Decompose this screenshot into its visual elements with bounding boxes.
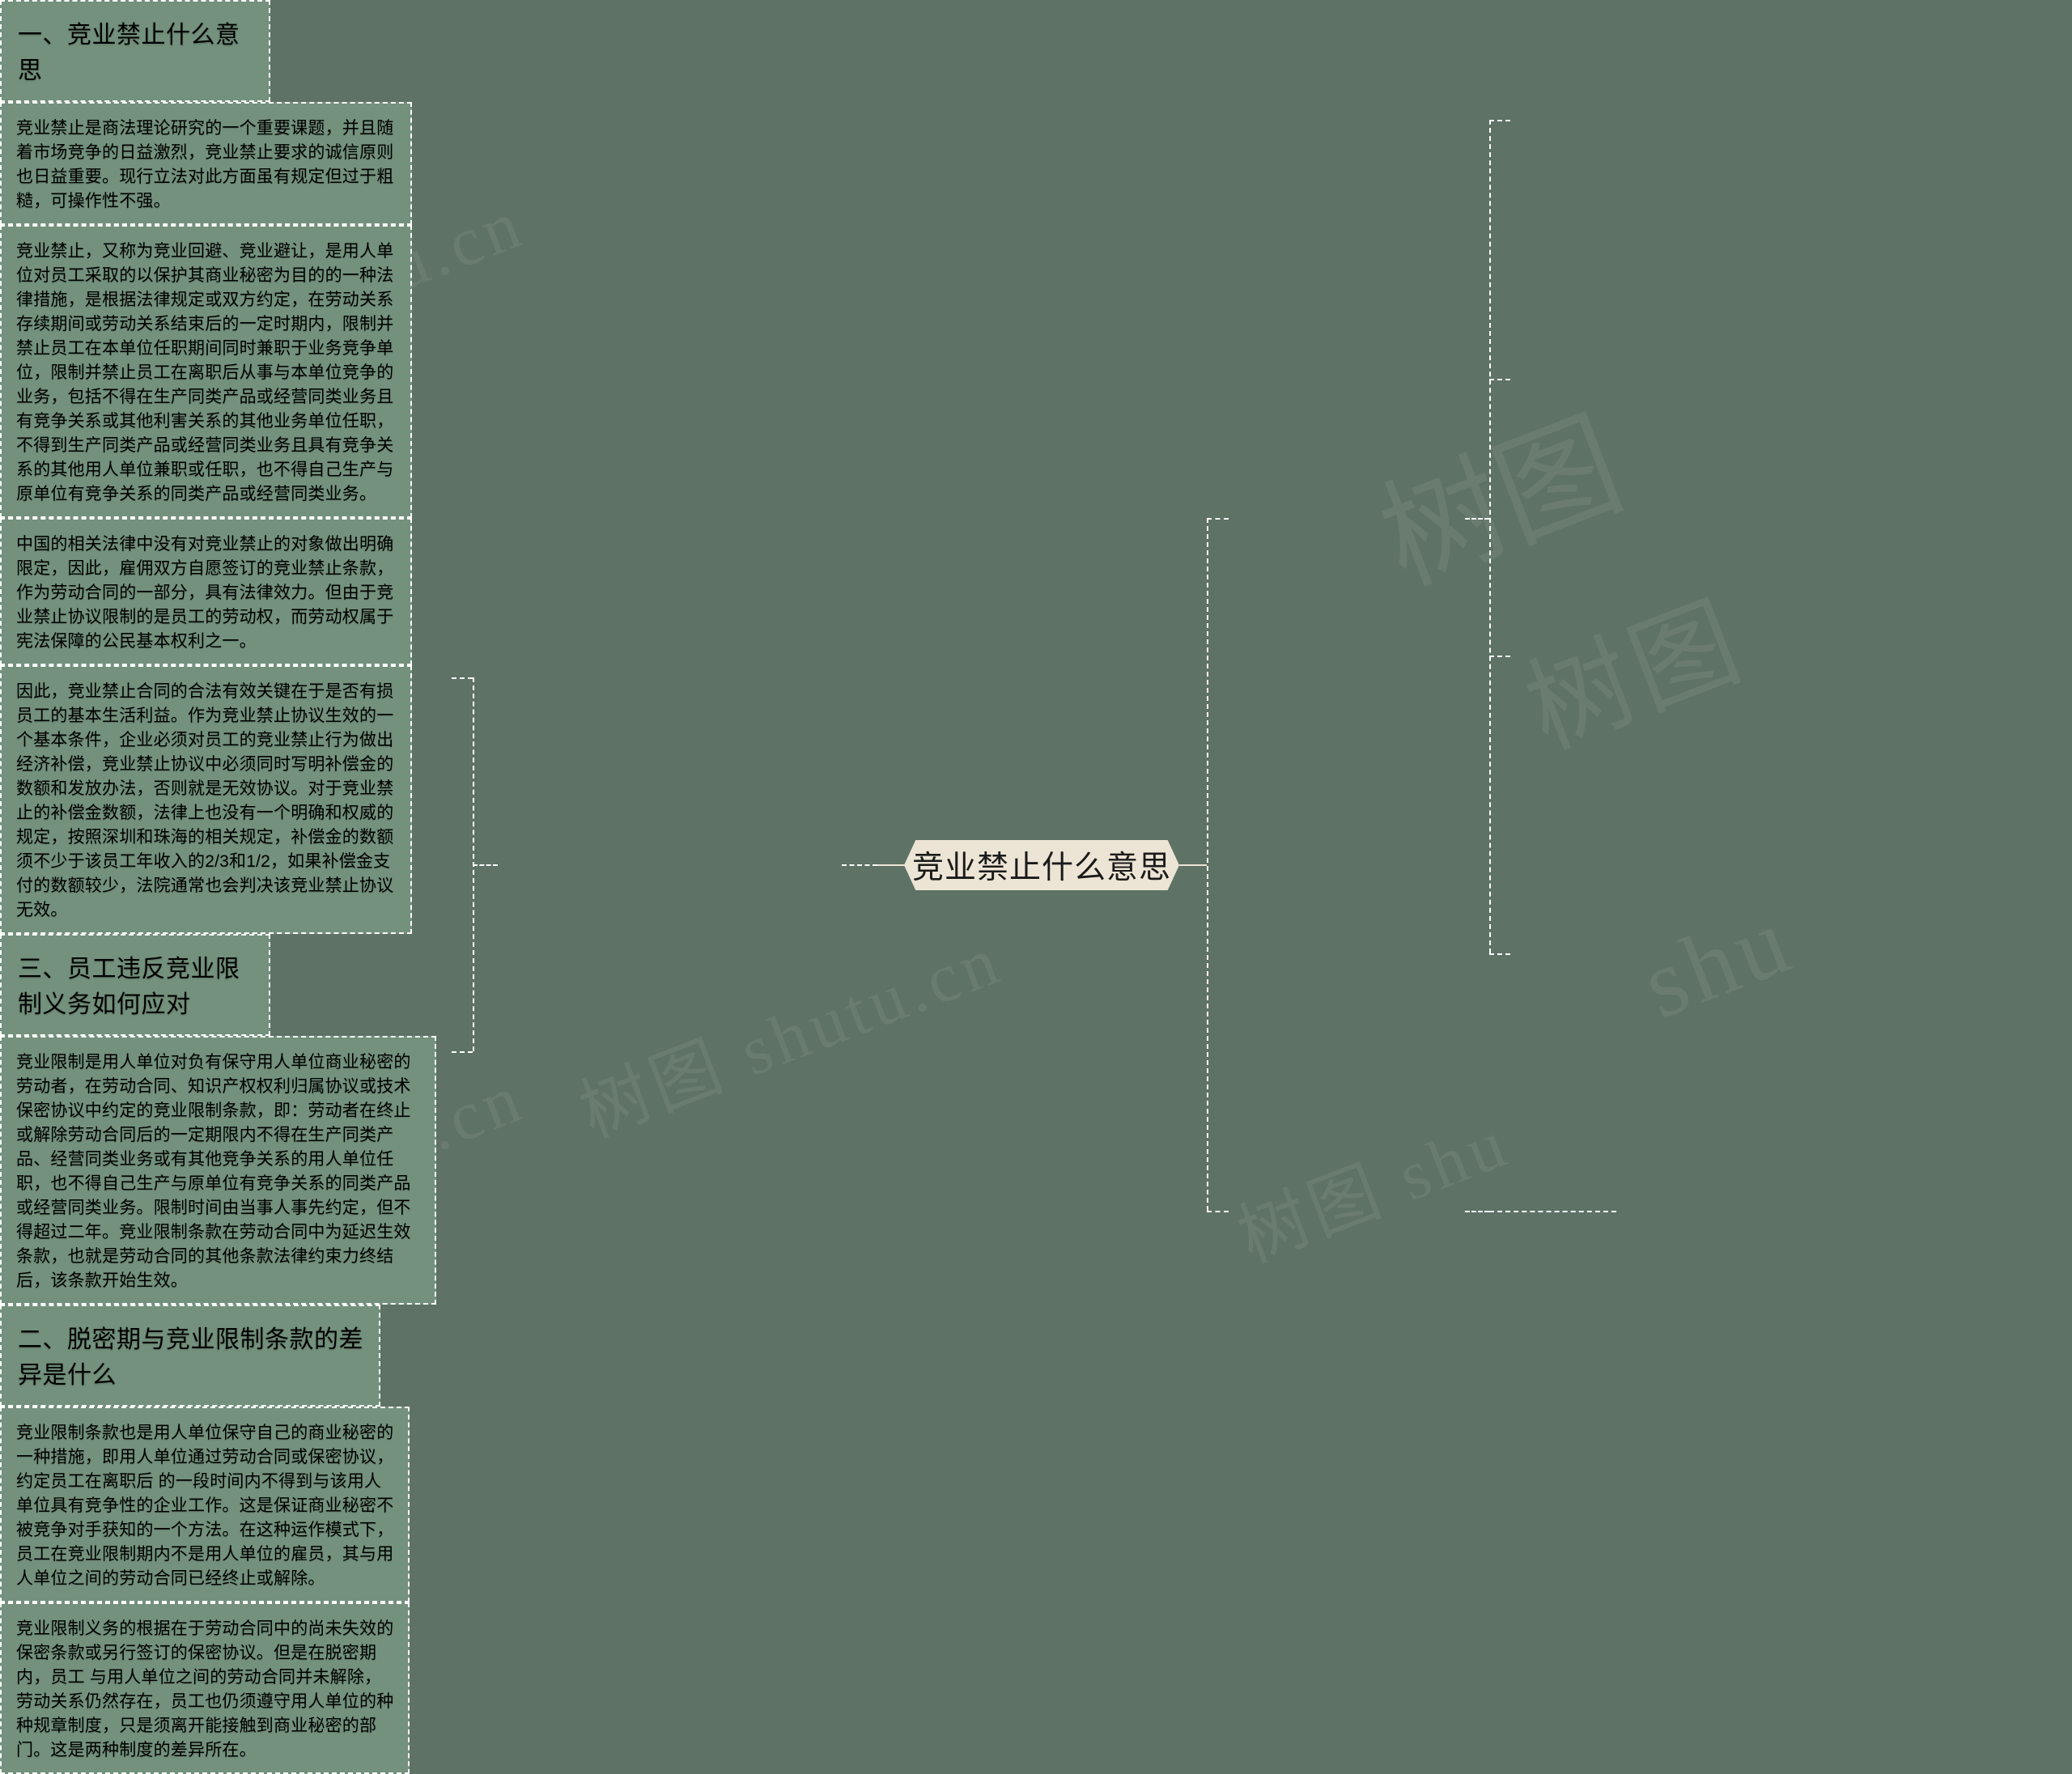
- root-node[interactable]: 竞业禁止什么意思: [904, 840, 1179, 890]
- connector-right-trunk: [1207, 518, 1208, 1211]
- connector-branch-1-out: [1465, 518, 1489, 520]
- connector-branch-1-spine: [1489, 120, 1491, 953]
- mindmap-canvas: 竞业禁止什么意思 一、竞业禁止什么意思 竞业禁止是商法理论研究的一个重要课题，并…: [0, 0, 2072, 1774]
- branch-node-3[interactable]: 三、员工违反竞业限制义务如何应对: [0, 934, 270, 1036]
- leaf-node-1-1-text: 竞业禁止是商法理论研究的一个重要课题，并且随着市场竞争的日益激烈，竞业禁止要求的…: [16, 119, 394, 210]
- connector-leaf-1-1-stub: [1489, 120, 1510, 121]
- connector-leaf-2-2-stub: [452, 1051, 473, 1053]
- connector-leaf-3-1-run: [1489, 1211, 1616, 1212]
- branch-node-3-label: 三、员工违反竞业限制义务如何应对: [18, 956, 240, 1018]
- leaf-node-3-1[interactable]: 竞业限制是用人单位对负有保守用人单位商业秘密的劳动者，在劳动合同、知识产权权利归…: [0, 1036, 436, 1305]
- leaf-node-1-1[interactable]: 竞业禁止是商法理论研究的一个重要课题，并且随着市场竞争的日益激烈，竞业禁止要求的…: [0, 102, 412, 225]
- leaf-node-3-1-text: 竞业限制是用人单位对负有保守用人单位商业秘密的劳动者，在劳动合同、知识产权权利归…: [16, 1053, 411, 1290]
- connector-root-left-stub: [876, 864, 905, 866]
- connector-branch-3-out: [1465, 1211, 1489, 1212]
- connector-branch-2-spine: [473, 677, 474, 1051]
- leaf-node-1-4[interactable]: 因此，竞业禁止合同的合法有效关键在于是否有损员工的基本生活利益。作为竞业禁止协议…: [0, 665, 412, 934]
- leaf-node-2-1[interactable]: 竞业限制条款也是用人单位保守自己的商业秘密的一种措施，即用人单位通过劳动合同或保…: [0, 1407, 410, 1602]
- branch-node-1-label: 一、竞业禁止什么意思: [18, 22, 240, 84]
- leaf-node-2-1-text: 竞业限制条款也是用人单位保守自己的商业秘密的一种措施，即用人单位通过劳动合同或保…: [16, 1424, 394, 1588]
- connector-leaf-2-1-stub: [452, 677, 473, 679]
- branch-node-2-label: 二、脱密期与竞业限制条款的差异是什么: [18, 1326, 363, 1389]
- leaf-node-1-3[interactable]: 中国的相关法律中没有对竞业禁止的对象做出明确限定，因此，雇佣双方自愿签订的竞业禁…: [0, 518, 412, 665]
- connector-branch-2-stub: [842, 864, 877, 866]
- connector-leaf-1-2-stub: [1489, 379, 1510, 380]
- leaf-node-1-4-text: 因此，竞业禁止合同的合法有效关键在于是否有损员工的基本生活利益。作为竞业禁止协议…: [16, 682, 394, 919]
- leaf-node-1-2-text: 竞业禁止，又称为竞业回避、竞业避让，是用人单位对员工采取的以保护其商业秘密为目的…: [16, 242, 394, 503]
- connector-branch-2-out: [473, 864, 498, 866]
- connector-leaf-1-3-stub: [1489, 656, 1510, 657]
- branch-node-2[interactable]: 二、脱密期与竞业限制条款的差异是什么: [0, 1305, 380, 1407]
- leaf-node-2-2-text: 竞业限制义务的根据在于劳动合同中的尚未失效的保密条款或另行签订的保密协议。但是在…: [16, 1619, 394, 1759]
- connector-root-right-stub: [1179, 864, 1207, 866]
- connector-leaf-1-4-stub: [1489, 953, 1510, 955]
- connector-branch-1-stub: [1207, 518, 1229, 520]
- leaf-node-2-2[interactable]: 竞业限制义务的根据在于劳动合同中的尚未失效的保密条款或另行签订的保密协议。但是在…: [0, 1602, 410, 1774]
- root-node-label: 竞业禁止什么意思: [911, 851, 1171, 885]
- connector-branch-3-stub: [1207, 1211, 1229, 1212]
- branch-node-1[interactable]: 一、竞业禁止什么意思: [0, 0, 270, 102]
- leaf-node-1-2[interactable]: 竞业禁止，又称为竞业回避、竞业避让，是用人单位对员工采取的以保护其商业秘密为目的…: [0, 225, 412, 518]
- leaf-node-1-3-text: 中国的相关法律中没有对竞业禁止的对象做出明确限定，因此，雇佣双方自愿签订的竞业禁…: [16, 535, 394, 651]
